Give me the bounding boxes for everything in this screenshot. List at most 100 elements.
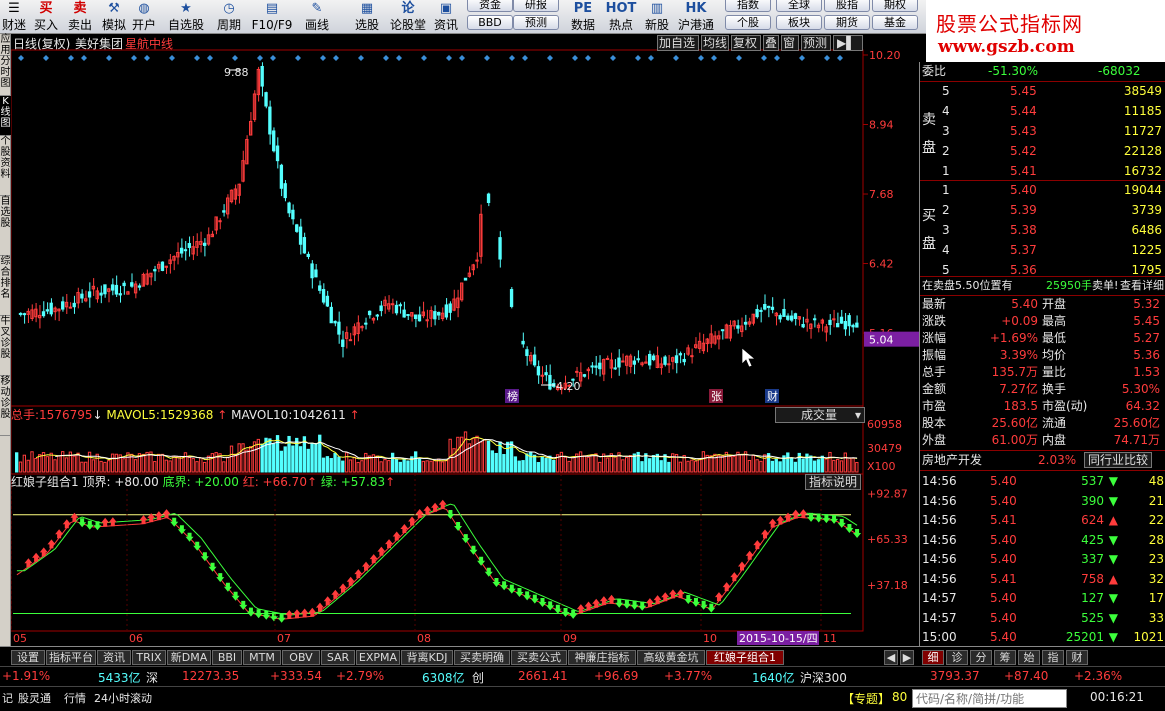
toolbar-mini-button[interactable]: 股指: [824, 0, 870, 12]
quote-tab[interactable]: 指: [1042, 650, 1064, 665]
indicator-tab[interactable]: EXPMA: [356, 650, 400, 665]
indicator-tab[interactable]: 买卖公式: [511, 650, 567, 665]
toolbar-mini-button[interactable]: 全球: [776, 0, 822, 12]
candle-body: [406, 314, 410, 317]
toolbar-mini-button[interactable]: 板块: [776, 15, 822, 30]
volume-dropdown[interactable]: 成交量 ▾: [775, 407, 865, 423]
quote-tab[interactable]: 财: [1066, 650, 1088, 665]
toolbar-mini-button[interactable]: 资金: [467, 0, 513, 12]
indicator-tab[interactable]: 背离KDJ: [401, 650, 453, 665]
chart-button[interactable]: 预测: [801, 35, 831, 51]
indicator-help-button[interactable]: 指标说明: [805, 474, 861, 490]
left-tab[interactable]: K线图: [0, 96, 11, 136]
quote-tab[interactable]: 细: [922, 650, 944, 665]
candle-body: [310, 263, 314, 279]
toolbar-mini-button[interactable]: BBD: [467, 15, 513, 30]
toolbar-mini-button[interactable]: 指数: [725, 0, 771, 12]
volume-bar: [417, 458, 422, 473]
toolbar-newstock-button[interactable]: ▥ 新股: [640, 0, 674, 34]
toolbar-left-label[interactable]: ☰ 财迷: [0, 0, 28, 34]
indicator-tab[interactable]: 资讯: [97, 650, 131, 665]
candle-body: [283, 183, 287, 199]
chart-overlay-name[interactable]: 星航中线: [125, 36, 173, 52]
toolbar-account-button[interactable]: ◍ 开户: [128, 0, 160, 34]
tab-scroll-left[interactable]: ◀: [884, 650, 898, 665]
status-link[interactable]: 记: [2, 690, 13, 706]
quote-tab[interactable]: 分: [970, 650, 992, 665]
chart-period[interactable]: 日线(复权): [13, 36, 70, 52]
toolbar-hot-button[interactable]: HOT 热点: [604, 0, 638, 34]
search-input[interactable]: [912, 689, 1067, 708]
toolbar-pe-button[interactable]: PE 数据: [566, 0, 600, 34]
indicator-tab[interactable]: 买卖明确: [454, 650, 510, 665]
left-tab[interactable]: 应用: [0, 34, 11, 56]
toolbar-star-button[interactable]: ★ 自选股: [164, 0, 208, 34]
toolbar-mini-button[interactable]: 研报: [513, 0, 559, 12]
kline-chart-area[interactable]: 10.208.947.686.425.165.04榜张财6095830479X1…: [11, 34, 919, 646]
candle-body: [598, 362, 602, 370]
toolbar-mini-button[interactable]: 预测: [513, 15, 559, 30]
chart-button[interactable]: 复权: [731, 35, 761, 51]
indicator-tab[interactable]: SAR: [321, 650, 355, 665]
indicator-tab[interactable]: BBI: [212, 650, 242, 665]
chart-button[interactable]: 加自选: [657, 35, 699, 51]
toolbar-clock-button[interactable]: ◷ 周期: [210, 0, 248, 34]
quote-tab[interactable]: 始: [1018, 650, 1040, 665]
indicator-tab[interactable]: 红娘子组合1: [706, 650, 784, 665]
quote-tab[interactable]: 诊: [946, 650, 968, 665]
indicator-tab[interactable]: MTM: [243, 650, 281, 665]
quote-tab[interactable]: 筹: [994, 650, 1016, 665]
chart-button[interactable]: 叠: [763, 35, 779, 51]
left-tab[interactable]: 个股资料: [0, 136, 11, 196]
left-tab[interactable]: 移动诊股: [0, 376, 11, 436]
toolbar-forum-button[interactable]: 论论股堂: [386, 0, 430, 34]
toolbar-mini-button[interactable]: 期权: [872, 0, 918, 12]
indicator-tab[interactable]: 设置: [11, 650, 45, 665]
toolbar-pen-button[interactable]: ✎ 画线: [298, 0, 336, 34]
status-link[interactable]: 股灵通: [18, 690, 51, 706]
volume-bar: [275, 435, 280, 473]
toolbar-mini-button[interactable]: 期货: [824, 15, 870, 30]
indicator-tab[interactable]: 指标平台: [46, 650, 96, 665]
toolbar-mini-button[interactable]: 基金: [872, 15, 918, 30]
toolbar-hammer-button[interactable]: ⚒ 模拟: [98, 0, 130, 34]
volume-bar: [413, 451, 418, 473]
kline-chart-svg[interactable]: 10.208.947.686.425.165.04榜张财6095830479X1…: [11, 34, 919, 646]
toolbar-book-button[interactable]: ▤ F10/F9: [250, 0, 294, 34]
tick-price: 5.40: [990, 493, 1017, 508]
toolbar-buy-button[interactable]: 买买入: [30, 0, 62, 34]
chart-button[interactable]: 均线: [701, 35, 729, 51]
toolbar-news-button[interactable]: ▣ 资讯: [428, 0, 464, 34]
status-link[interactable]: 24小时滚动: [94, 690, 152, 706]
left-tab[interactable]: 综合排名: [0, 256, 11, 316]
left-tab[interactable]: 自选股: [0, 196, 11, 256]
detail-link[interactable]: 查看详细: [1120, 276, 1164, 295]
volume-bar: [402, 458, 406, 473]
toolbar-mini-button[interactable]: 个股: [725, 15, 771, 30]
candle-body: [448, 303, 452, 313]
indicator-tab[interactable]: 高级黄金坑: [637, 650, 705, 665]
chart-button[interactable]: 窗: [781, 35, 799, 51]
candle-body: [287, 202, 291, 214]
tick-time: 14:56: [922, 474, 957, 488]
left-tab[interactable]: 分时图: [0, 56, 11, 96]
indicator-tab[interactable]: 新DMA: [167, 650, 211, 665]
special-topic-link[interactable]: 【专题】: [842, 690, 890, 707]
tick-row: 14:56 5.41 624 ▲ 22: [920, 511, 1165, 530]
toolbar-grid-button[interactable]: ▦ 选股: [348, 0, 386, 34]
volume-bar: [337, 456, 341, 473]
toolbar-hk-button[interactable]: HK 沪港通: [674, 0, 718, 34]
candle-body: [68, 306, 73, 309]
current-price-label: 5.04: [869, 334, 894, 347]
candle-body: [544, 372, 548, 376]
indicator-tab[interactable]: OBV: [282, 650, 320, 665]
left-tab[interactable]: 牛叉诊股: [0, 316, 11, 376]
industry-compare-button[interactable]: 同行业比较: [1084, 452, 1153, 468]
chart-play-button[interactable]: ▶▌: [833, 35, 863, 51]
indicator-tab[interactable]: TRIX: [132, 650, 166, 665]
toolbar-sell-button[interactable]: 卖卖出: [64, 0, 96, 34]
status-link[interactable]: 行情: [64, 690, 86, 706]
candle-body: [789, 315, 794, 321]
indicator-tab[interactable]: 神廉庄指标: [568, 650, 636, 665]
tab-scroll-right[interactable]: ▶: [900, 650, 914, 665]
